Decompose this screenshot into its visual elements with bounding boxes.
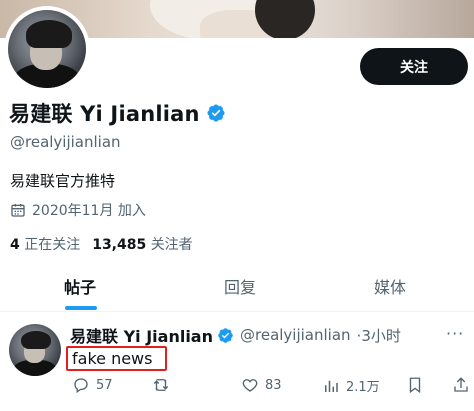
profile-handle: @realyijianlian [10, 133, 121, 151]
tweet-avatar[interactable] [9, 324, 61, 376]
tweet-text-highlight: fake news [66, 346, 167, 371]
active-tab-indicator [65, 306, 97, 310]
tweet-actions: 57 83 2.1万 [0, 376, 474, 400]
tab-replies[interactable]: 回复 [190, 260, 290, 312]
profile-tabs: 帖子 回复 媒体 [0, 260, 474, 312]
tweet-timestamp[interactable]: ·3小时 [357, 325, 401, 346]
share-icon [454, 377, 468, 392]
bookmark-icon [409, 377, 421, 394]
follow-button[interactable]: 关注 [360, 48, 468, 85]
like-button[interactable]: 83 [241, 376, 282, 394]
retweet-button[interactable] [152, 376, 176, 394]
joined-date: 2020年11月 加入 [32, 203, 146, 219]
tab-media[interactable]: 媒体 [340, 260, 440, 312]
share-button[interactable] [452, 376, 470, 394]
views-button[interactable]: 2.1万 [322, 376, 380, 395]
reply-button[interactable]: 57 [72, 376, 113, 394]
like-count: 83 [265, 377, 282, 393]
reply-icon [74, 378, 88, 394]
views-chart-icon [325, 380, 338, 392]
followers-count: 13,485 [92, 237, 147, 253]
profile-name-row: 易建联 Yi Jianlian [9, 98, 226, 128]
tab-posts[interactable]: 帖子 [30, 260, 130, 312]
tweet-author-handle[interactable]: @realyijianlian [240, 326, 351, 344]
verified-badge-icon [218, 327, 233, 343]
following-count: 4 [10, 237, 20, 253]
more-options-icon[interactable]: ··· [446, 324, 464, 343]
tweet-text: fake news [72, 349, 153, 368]
profile-stats: 4 正在关注 13,485 关注者 [10, 234, 193, 254]
followers-label: 关注者 [150, 237, 193, 253]
tweet-author-name[interactable]: 易建联 Yi Jianlian [70, 323, 213, 347]
heart-icon [242, 379, 258, 392]
bookmark-button[interactable] [406, 376, 424, 394]
following-label: 正在关注 [24, 237, 81, 253]
reply-count: 57 [96, 377, 113, 393]
calendar-icon [11, 204, 25, 217]
profile-bio: 易建联官方推特 [10, 172, 116, 190]
retweet-icon [153, 379, 169, 391]
profile-display-name: 易建联 Yi Jianlian [9, 102, 200, 126]
profile-joined: 2020年11月 加入 [10, 200, 146, 220]
verified-badge-icon [207, 104, 225, 122]
tweet-header: 易建联 Yi Jianlian @realyijianlian ·3小时 [70, 323, 401, 347]
followers-stat[interactable]: 13,485 关注者 [92, 234, 192, 254]
views-count: 2.1万 [346, 380, 380, 395]
following-stat[interactable]: 4 正在关注 [10, 234, 80, 254]
profile-avatar[interactable] [4, 6, 90, 92]
